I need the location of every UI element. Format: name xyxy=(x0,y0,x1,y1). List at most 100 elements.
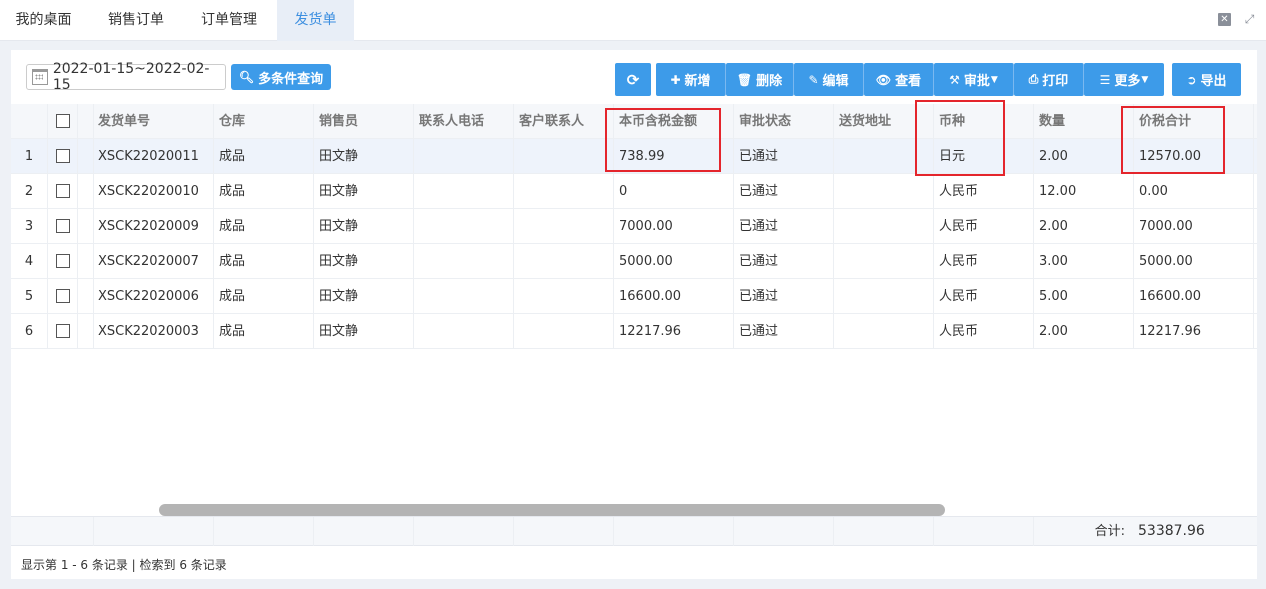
cell-address xyxy=(834,279,934,314)
row-select-cell[interactable] xyxy=(48,174,78,209)
caret-down-icon: ▼ xyxy=(1141,74,1149,85)
row-spacer xyxy=(78,314,94,349)
row-select-cell[interactable] xyxy=(48,139,78,174)
edit-button[interactable]: ✎ 编辑 xyxy=(794,63,864,96)
summary-row: 合计: 53387.96 xyxy=(11,516,1257,546)
table-row[interactable]: 4 XSCK22020007 成品 田文静 5000.00 已通过 人民币 3.00 5000.… xyxy=(11,244,1257,279)
cell-status: 已通过 xyxy=(734,314,834,349)
pagination-status: 显示第 1 - 6 条记录 | 检索到 6 条记录 xyxy=(21,558,227,572)
date-range-value: 2022-01-15~2022-02-15 xyxy=(52,61,210,93)
header-col[interactable]: 发货单号 xyxy=(94,104,214,139)
tab-delivery-note[interactable]: 发货单 xyxy=(277,0,354,41)
delete-button[interactable]: 🗑︎ 删除 xyxy=(726,63,794,96)
cell-warehouse: 成品 xyxy=(214,314,314,349)
more-dropdown-button[interactable]: ☰ 更多 ▼ xyxy=(1084,63,1164,96)
tab-order-management[interactable]: 订单管理 xyxy=(184,0,274,41)
row-select-cell[interactable] xyxy=(48,314,78,349)
row-select-cell[interactable] xyxy=(48,279,78,314)
cell-status: 已通过 xyxy=(734,244,834,279)
add-button[interactable]: ✚ 新增 xyxy=(656,63,726,96)
cell-sales: 田文静 xyxy=(314,279,414,314)
trash-icon: 🗑︎ xyxy=(736,72,753,87)
fullscreen-icon[interactable]: ⤢ xyxy=(1243,13,1256,26)
cell-qty: 3.00 xyxy=(1034,244,1134,279)
export-button[interactable]: ➲ 导出 xyxy=(1172,63,1241,96)
audit-label: 审批 xyxy=(963,74,990,89)
edit-icon: ✎ xyxy=(808,72,819,87)
tab-bar: 我的桌面 销售订单 订单管理 发货单 ✕ ⤢ xyxy=(0,0,1266,41)
add-label: 新增 xyxy=(684,74,711,89)
cell-contact xyxy=(514,314,614,349)
cell-warehouse: 成品 xyxy=(214,139,314,174)
header-col[interactable]: 联系人电话 xyxy=(414,104,514,139)
table-row[interactable]: 6 XSCK22020003 成品 田文静 12217.96 已通过 人民币 2.00 1221… xyxy=(11,314,1257,349)
summary-cell xyxy=(514,517,614,546)
header-index xyxy=(11,104,48,139)
main-panel: 2022-01-15~2022-02-15 🔍︎ 多条件查询 ⟳ ✚ 新增 🗑︎… xyxy=(11,50,1257,579)
highlight-total-column xyxy=(1121,106,1225,174)
row-spacer xyxy=(78,209,94,244)
row-select-cell[interactable] xyxy=(48,244,78,279)
menu-icon: ☰ xyxy=(1099,72,1111,87)
row-checkbox[interactable] xyxy=(56,324,70,338)
row-checkbox[interactable] xyxy=(56,219,70,233)
summary-cell xyxy=(11,517,94,546)
refresh-button[interactable]: ⟳ xyxy=(615,63,651,96)
refresh-icon: ⟳ xyxy=(626,70,640,89)
cell-status: 已通过 xyxy=(734,174,834,209)
plus-icon: ✚ xyxy=(670,72,681,87)
more-label: 更多 xyxy=(1114,74,1141,89)
header-col[interactable]: 审批状态 xyxy=(734,104,834,139)
row-spacer xyxy=(78,174,94,209)
row-checkbox[interactable] xyxy=(56,254,70,268)
row-index: 2 xyxy=(11,174,48,209)
tab-sales-order[interactable]: 销售订单 xyxy=(91,0,181,41)
table-row[interactable]: 5 XSCK22020006 成品 田文静 16600.00 已通过 人民币 5.00 1660… xyxy=(11,279,1257,314)
summary-cell xyxy=(414,517,514,546)
row-checkbox[interactable] xyxy=(56,184,70,198)
row-index: 3 xyxy=(11,209,48,244)
cell-total: 7000.00 xyxy=(1134,209,1254,244)
header-col[interactable]: 数量 xyxy=(1034,104,1134,139)
cell-amount: 5000.00 xyxy=(614,244,734,279)
multi-condition-query-button[interactable]: 🔍︎ 多条件查询 xyxy=(231,64,331,90)
select-all-checkbox[interactable] xyxy=(56,114,70,128)
date-range-input[interactable]: 2022-01-15~2022-02-15 xyxy=(26,61,226,93)
row-checkbox[interactable] xyxy=(56,289,70,303)
cell-sales: 田文静 xyxy=(314,314,414,349)
cell-amount: 0 xyxy=(614,174,734,209)
cell-status: 已通过 xyxy=(734,139,834,174)
close-tab-icon[interactable]: ✕ xyxy=(1218,13,1231,26)
highlight-currency-column xyxy=(915,100,1005,176)
audit-dropdown-button[interactable]: ⚒ 审批 ▼ xyxy=(934,63,1014,96)
summary-cell xyxy=(834,517,934,546)
print-button[interactable]: ⎙ 打印 xyxy=(1014,63,1084,96)
horizontal-scrollbar[interactable] xyxy=(159,504,945,516)
cell-sales: 田文静 xyxy=(314,139,414,174)
view-button[interactable]: 👁︎ 查看 xyxy=(864,63,934,96)
eye-icon: 👁︎ xyxy=(875,72,892,87)
gavel-icon: ⚒ xyxy=(949,72,960,87)
row-checkbox[interactable] xyxy=(56,149,70,163)
cell-amount: 12217.96 xyxy=(614,314,734,349)
row-select-cell[interactable] xyxy=(48,209,78,244)
summary-cell xyxy=(94,517,214,546)
cell-qty: 2.00 xyxy=(1034,209,1134,244)
header-col[interactable]: 仓库 xyxy=(214,104,314,139)
summary-cell xyxy=(934,517,1034,546)
header-col[interactable]: 销售员 xyxy=(314,104,414,139)
cell-currency: 人民币 xyxy=(934,314,1034,349)
highlight-amount-column xyxy=(605,108,721,172)
header-select-all[interactable] xyxy=(48,104,78,139)
summary-cell xyxy=(734,517,834,546)
caret-down-icon: ▼ xyxy=(990,74,998,85)
header-col[interactable]: 客户联系人 xyxy=(514,104,614,139)
table-row[interactable]: 2 XSCK22020010 成品 田文静 0 已通过 人民币 12.00 0.00 xyxy=(11,174,1257,209)
summary-cell xyxy=(314,517,414,546)
cell-currency: 人民币 xyxy=(934,279,1034,314)
summary-value: 53387.96 xyxy=(1138,523,1205,539)
table-row[interactable]: 3 XSCK22020009 成品 田文静 7000.00 已通过 人民币 2.00 7000.… xyxy=(11,209,1257,244)
tab-my-desktop[interactable]: 我的桌面 xyxy=(0,0,87,41)
cell-sales: 田文静 xyxy=(314,209,414,244)
row-spacer xyxy=(78,244,94,279)
